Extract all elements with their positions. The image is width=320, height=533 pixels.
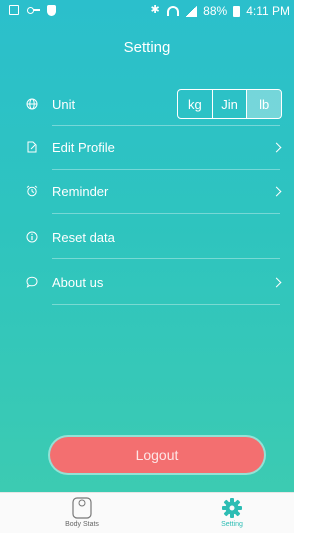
settings-screen: ✱ 88% 4:11 PM Setting Unit kg Jin lb Edi… [0,0,294,492]
tab-label: Setting [221,521,243,528]
shield-icon [47,4,56,16]
key-icon [27,4,40,16]
about-us-row[interactable]: About us [0,260,294,304]
gear-icon [222,498,242,518]
chat-bubble-icon [26,276,38,288]
scale-icon [72,497,92,519]
status-bar: ✱ 88% 4:11 PM [0,0,294,22]
reminder-label: Reminder [52,183,109,199]
wifi-icon [167,6,180,16]
edit-profile-label: Edit Profile [52,139,115,155]
logout-button[interactable]: Logout [50,437,264,473]
globe-icon [26,98,38,110]
unit-option-kg[interactable]: kg [178,90,212,118]
reset-data-row[interactable]: Reset data [0,215,294,259]
divider [52,213,280,214]
bluetooth-icon: ✱ [150,4,160,16]
tab-setting[interactable]: Setting [192,497,272,533]
tab-body-stats[interactable]: Body Stats [42,497,122,533]
tab-bar: Body Stats Setting [0,492,294,533]
tab-label: Body Stats [65,521,99,528]
alarm-clock-icon [26,185,38,197]
unit-option-jin[interactable]: Jin [211,90,247,118]
page-title: Setting [123,39,171,56]
unit-selector[interactable]: kg Jin lb [177,89,282,119]
unit-label: Unit [52,96,76,112]
divider [52,304,280,305]
reminder-row[interactable]: Reminder [0,169,294,213]
notification-icon [9,5,19,15]
battery-percent: 88% [203,4,228,18]
chevron-right-icon [271,277,282,287]
reset-data-label: Reset data [52,229,115,245]
unit-option-lb[interactable]: lb [246,90,281,118]
chevron-right-icon [271,186,282,196]
battery-icon [233,5,241,17]
signal-icon [185,5,198,17]
about-us-label: About us [52,274,104,290]
divider [52,258,280,259]
clock: 4:11 PM [246,4,290,18]
edit-profile-row[interactable]: Edit Profile [0,125,294,169]
chevron-right-icon [271,142,282,152]
edit-profile-icon [27,141,37,153]
info-icon [26,231,38,243]
